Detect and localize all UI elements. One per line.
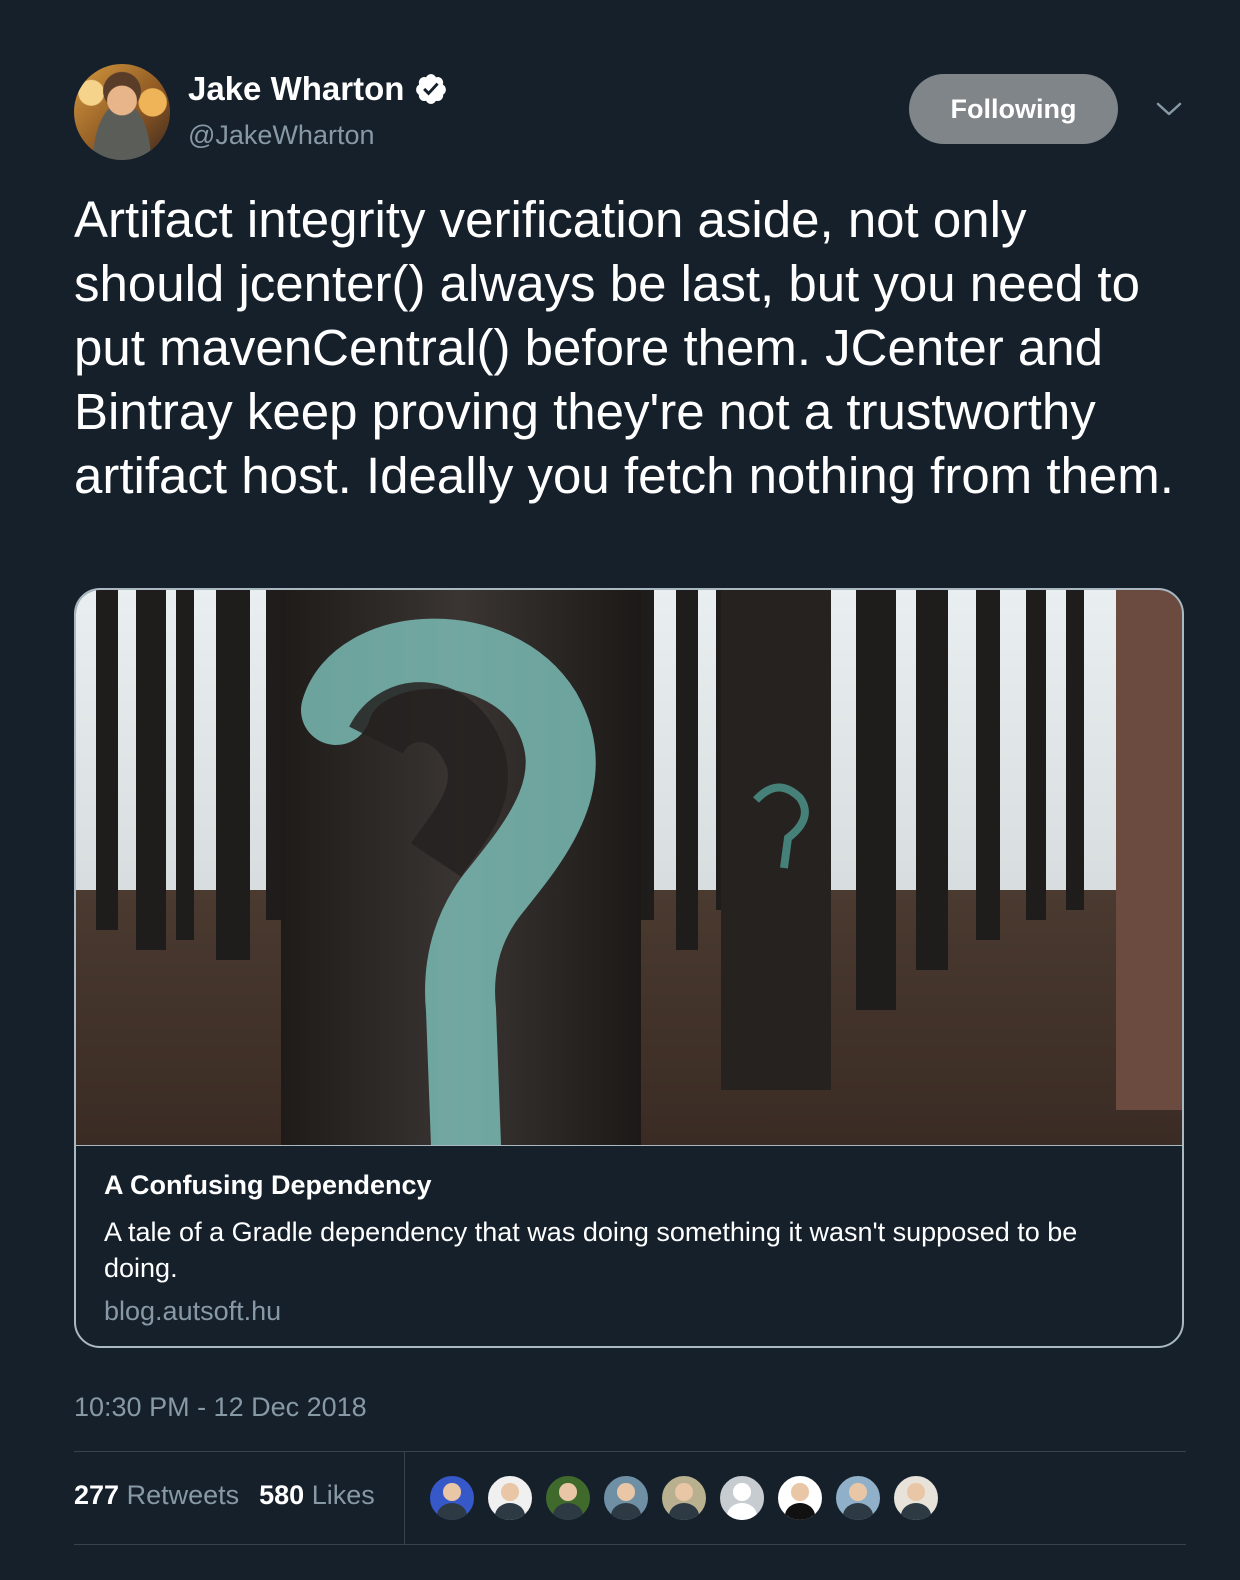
author-handle[interactable]: @JakeWharton xyxy=(188,120,374,151)
card-domain: blog.autsoft.hu xyxy=(104,1296,282,1326)
retweets-count: 277 xyxy=(74,1480,120,1510)
following-button[interactable]: Following xyxy=(909,74,1118,144)
retweets-stat[interactable]: 277 Retweets xyxy=(74,1480,239,1511)
likes-stat[interactable]: 580 Likes xyxy=(259,1480,375,1511)
tweet-timestamp[interactable]: 10:30 PM - 12 Dec 2018 xyxy=(74,1392,367,1423)
liker-avatar[interactable] xyxy=(776,1474,824,1522)
chevron-down-icon[interactable] xyxy=(1154,97,1184,121)
verified-badge-icon xyxy=(416,74,447,104)
card-image[interactable] xyxy=(76,590,1184,1145)
liker-avatar[interactable] xyxy=(428,1474,476,1522)
liker-avatar[interactable] xyxy=(486,1474,534,1522)
liker-avatar[interactable] xyxy=(544,1474,592,1522)
author-name[interactable]: Jake Wharton xyxy=(188,70,404,108)
author-name-row: Jake Wharton xyxy=(188,70,448,108)
liker-avatars xyxy=(428,1474,950,1522)
likes-label: Likes xyxy=(311,1480,375,1510)
retweets-label: Retweets xyxy=(126,1480,240,1510)
engagement-stats: 277 Retweets 580 Likes xyxy=(74,1480,395,1511)
card-title[interactable]: A Confusing Dependency xyxy=(104,1170,432,1201)
liker-avatar[interactable] xyxy=(834,1474,882,1522)
card-body[interactable]: A Confusing Dependency A tale of a Gradl… xyxy=(76,1145,1182,1346)
divider-bottom xyxy=(74,1544,1186,1545)
tweet-text: Artifact integrity verification aside, n… xyxy=(74,191,1174,504)
link-card[interactable]: A Confusing Dependency A tale of a Gradl… xyxy=(74,588,1184,1348)
tweet: Jake Wharton @JakeWharton Following Arti… xyxy=(74,0,1186,1580)
stats-separator xyxy=(404,1452,405,1544)
divider-top xyxy=(74,1451,1186,1452)
liker-avatar[interactable] xyxy=(892,1474,940,1522)
liker-avatar[interactable] xyxy=(602,1474,650,1522)
liker-avatar[interactable] xyxy=(660,1474,708,1522)
card-description: A tale of a Gradle dependency that was d… xyxy=(104,1217,1078,1283)
author-avatar[interactable] xyxy=(74,64,170,160)
liker-avatar-default[interactable] xyxy=(718,1474,766,1522)
likes-count: 580 xyxy=(259,1480,305,1510)
